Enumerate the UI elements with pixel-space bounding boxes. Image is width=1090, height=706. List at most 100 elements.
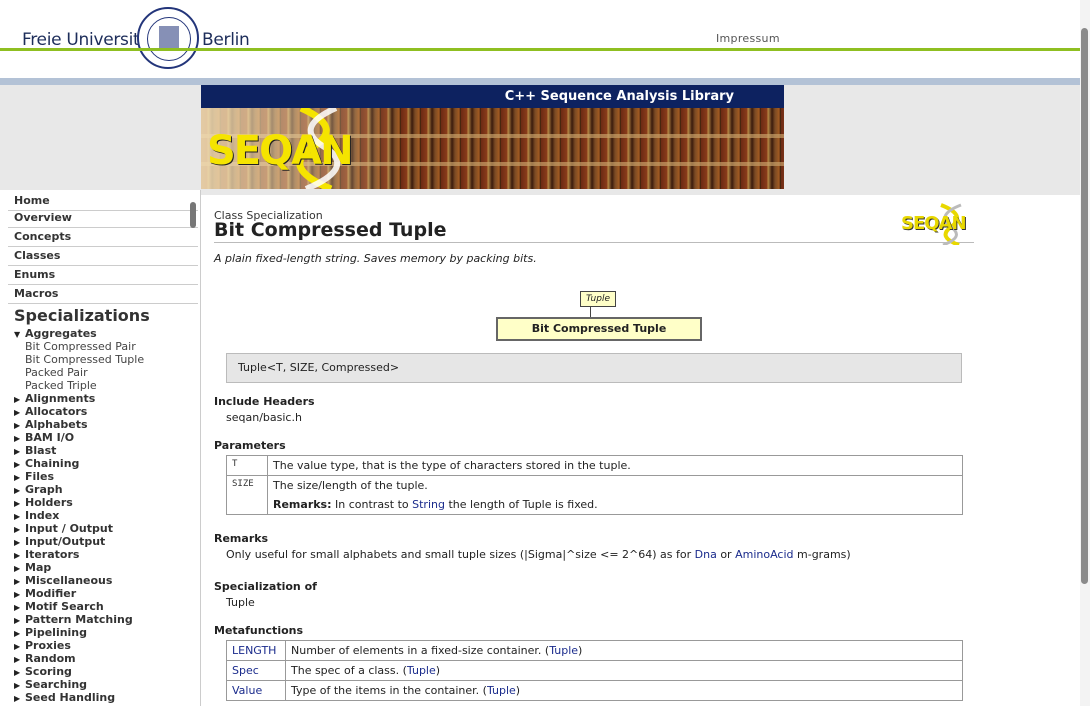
specialization-of-heading: Specialization of bbox=[214, 580, 317, 593]
tree-group[interactable]: ▶ Files bbox=[14, 470, 54, 484]
header-divider bbox=[0, 48, 1090, 51]
param-desc: The value type, that is the type of char… bbox=[267, 455, 963, 476]
banner-bookshelf-image: SEQAN bbox=[201, 108, 784, 189]
tree-group-label: Motif Search bbox=[25, 600, 104, 613]
tree-group-label: Map bbox=[25, 561, 52, 574]
tree-item-packed-triple[interactable]: Packed Triple bbox=[25, 379, 97, 392]
param-name: T bbox=[226, 455, 268, 476]
nav-classes[interactable]: Classes bbox=[8, 247, 198, 266]
nav-enums[interactable]: Enums bbox=[8, 266, 198, 285]
banner-title: C++ Sequence Analysis Library bbox=[504, 89, 734, 104]
tree-group[interactable]: ▶ Holders bbox=[14, 496, 73, 510]
seqan-logo[interactable]: SEQAN bbox=[207, 128, 354, 174]
tree-item-bit-compressed-tuple[interactable]: Bit Compressed Tuple bbox=[25, 353, 144, 366]
tree-group[interactable]: ▶ Seed Handling bbox=[14, 691, 115, 705]
banner-title-bar: C++ Sequence Analysis Library bbox=[201, 85, 784, 108]
metafunction-desc: Type of the items in the container. (Tup… bbox=[285, 680, 963, 701]
tree-group[interactable]: ▶ Chaining bbox=[14, 457, 79, 471]
tree-item-packed-pair[interactable]: Packed Pair bbox=[25, 366, 88, 379]
table-row: LENGTH Number of elements in a fixed-siz… bbox=[226, 640, 963, 661]
seqan-mini-logo-text: SEQAN bbox=[901, 213, 967, 234]
nav-macros[interactable]: Macros bbox=[8, 285, 198, 304]
tree-group[interactable]: ▶ Random bbox=[14, 652, 76, 666]
metafunction-desc: Number of elements in a fixed-size conta… bbox=[285, 640, 963, 661]
tree-group[interactable]: ▶ Allocators bbox=[14, 405, 87, 419]
include-headers-heading: Include Headers bbox=[214, 395, 315, 408]
sidebar: Home Overview Concepts Classes Enums Mac… bbox=[0, 190, 201, 706]
tree-group[interactable]: ▶ Alignments bbox=[14, 392, 95, 406]
diagram-connector bbox=[590, 307, 591, 317]
tuple-link[interactable]: Tuple bbox=[226, 596, 255, 609]
tree-group-label: Searching bbox=[25, 678, 88, 691]
tree-group-label: Pipelining bbox=[25, 626, 88, 639]
tree-group-label: Modifier bbox=[25, 587, 77, 600]
tree-group[interactable]: ▶ Iterators bbox=[14, 548, 79, 562]
dna-link[interactable]: Dna bbox=[695, 548, 717, 561]
tree-group-label: Seed Handling bbox=[25, 691, 116, 704]
include-file: seqan/basic.h bbox=[226, 411, 302, 424]
string-link[interactable]: String bbox=[412, 498, 445, 511]
impressum-link[interactable]: Impressum bbox=[716, 32, 780, 45]
tree-group-aggregates[interactable]: ▼ Aggregates bbox=[14, 327, 97, 341]
page-title: Bit Compressed Tuple bbox=[214, 219, 447, 241]
param-name: SIZE bbox=[226, 475, 268, 515]
university-seal-icon[interactable] bbox=[137, 7, 199, 69]
metafunctions-table: LENGTH Number of elements in a fixed-siz… bbox=[226, 640, 963, 701]
tree-group[interactable]: ▶ BAM I/O bbox=[14, 431, 74, 445]
metafunction-desc: The spec of a class. (Tuple) bbox=[285, 660, 963, 681]
tree-item-bit-compressed-pair[interactable]: Bit Compressed Pair bbox=[25, 340, 136, 353]
tree-group-label: Graph bbox=[25, 483, 63, 496]
page-scroll-thumb[interactable] bbox=[1081, 28, 1088, 584]
nav-concepts[interactable]: Concepts bbox=[8, 228, 198, 247]
tree-group-label: Proxies bbox=[25, 639, 71, 652]
class-description: A plain fixed-length string. Saves memor… bbox=[214, 252, 537, 265]
tree-group-label: Input / Output bbox=[25, 522, 113, 535]
tree-group-label: Miscellaneous bbox=[25, 574, 113, 587]
tuple-ref-link[interactable]: Tuple bbox=[407, 664, 436, 677]
metafunction-name-link[interactable]: Value bbox=[226, 680, 286, 701]
table-row: Spec The spec of a class. (Tuple) bbox=[226, 660, 963, 681]
tree-group[interactable]: ▶ Index bbox=[14, 509, 59, 523]
metafunction-name-link[interactable]: LENGTH bbox=[226, 640, 286, 661]
seqan-banner: C++ Sequence Analysis Library SEQAN bbox=[201, 85, 784, 189]
tree-group[interactable]: ▶ Modifier bbox=[14, 587, 76, 601]
parameters-heading: Parameters bbox=[214, 439, 286, 452]
seqan-mini-logo: SEQAN bbox=[901, 201, 971, 245]
tree-group[interactable]: ▶ Proxies bbox=[14, 639, 71, 653]
diagram-current-node: Bit Compressed Tuple bbox=[496, 317, 702, 341]
tree-group[interactable]: ▶ Input / Output bbox=[14, 522, 113, 536]
class-signature: Tuple<T, SIZE, Compressed> bbox=[226, 353, 962, 383]
triangle-right-icon[interactable]: ▶ bbox=[14, 692, 25, 705]
tree-group[interactable]: ▶ Motif Search bbox=[14, 600, 104, 614]
tree-group[interactable]: ▶ Blast bbox=[14, 444, 56, 458]
aminoacid-link[interactable]: AminoAcid bbox=[735, 548, 793, 561]
tuple-ref-link[interactable]: Tuple bbox=[549, 644, 578, 657]
tree-group[interactable]: ▶ Pipelining bbox=[14, 626, 87, 640]
header-band bbox=[0, 78, 1090, 85]
tree-group-label: Input/Output bbox=[25, 535, 106, 548]
tree-group-label: BAM I/O bbox=[25, 431, 75, 444]
tree-group[interactable]: ▶ Scoring bbox=[14, 665, 72, 679]
university-name-right[interactable]: Berlin bbox=[202, 30, 250, 50]
tree-group-label: Files bbox=[25, 470, 55, 483]
diagram-parent-node[interactable]: Tuple bbox=[580, 291, 616, 307]
tuple-ref-link[interactable]: Tuple bbox=[487, 684, 516, 697]
university-name-left[interactable]: Freie Universität bbox=[22, 30, 156, 50]
tree-group[interactable]: ▶ Miscellaneous bbox=[14, 574, 112, 588]
metafunction-name-link[interactable]: Spec bbox=[226, 660, 286, 681]
tree-group[interactable]: ▶ Pattern Matching bbox=[14, 613, 133, 627]
tree-group-label: Holders bbox=[25, 496, 73, 509]
sidebar-scroll-thumb[interactable] bbox=[190, 202, 196, 228]
triangle-down-icon[interactable]: ▼ bbox=[14, 328, 25, 341]
tree-group[interactable]: ▶ Searching bbox=[14, 678, 87, 692]
tree-group-label: Allocators bbox=[25, 405, 88, 418]
tree-group-label: Chaining bbox=[25, 457, 80, 470]
parameters-table: T The value type, that is the type of ch… bbox=[226, 455, 963, 515]
title-divider bbox=[214, 242, 974, 243]
tree-group[interactable]: ▶ Map bbox=[14, 561, 51, 575]
tree-group[interactable]: ▶ Graph bbox=[14, 483, 63, 497]
param-desc: The size/length of the tuple. bbox=[273, 479, 428, 492]
tree-group[interactable]: ▶ Alphabets bbox=[14, 418, 88, 432]
nav-overview[interactable]: Overview bbox=[8, 209, 198, 228]
tree-group[interactable]: ▶ Input/Output bbox=[14, 535, 105, 549]
